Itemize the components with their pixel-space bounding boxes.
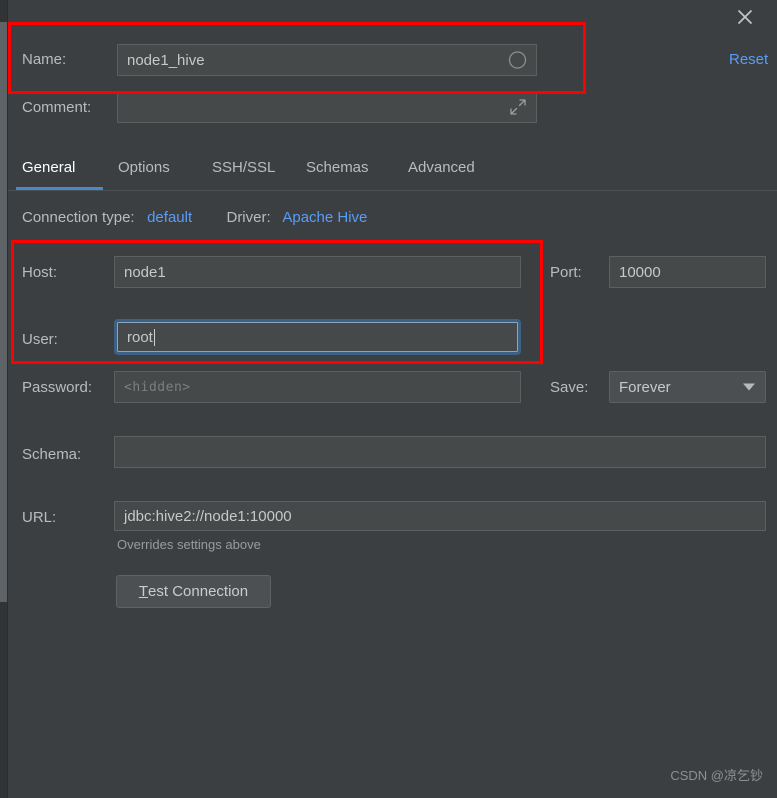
name-label: Name: [22,51,67,68]
driver-label: Driver: [226,209,271,226]
tab-general[interactable]: General [22,148,75,188]
test-connection-mnemonic: T [138,583,149,600]
connection-type-value[interactable]: default [147,209,192,226]
password-label: Password: [22,379,93,396]
schema-label: Schema: [22,446,82,463]
host-input-value: node1 [124,263,166,281]
url-label: URL: [22,509,57,526]
tab-options[interactable]: Options [118,148,170,188]
expand-diagonal-icon[interactable] [509,98,527,116]
chevron-down-icon [743,383,755,391]
connection-settings-dialog: Reset Name: node1_hive Comment: General … [0,0,777,798]
text-caret [153,328,155,346]
port-label: Port: [550,264,582,281]
tab-advanced[interactable]: Advanced [408,148,475,188]
host-input[interactable]: node1 [114,256,521,288]
user-input-value: root [127,328,153,346]
vertical-scrollbar-thumb[interactable] [0,22,7,602]
schema-input[interactable] [114,436,766,468]
save-label: Save: [550,379,589,396]
tab-bar: General Options SSH/SSL Schemas Advanced [8,148,777,190]
test-connection-button[interactable]: Test Connection [116,575,271,608]
test-connection-label: est Connection [148,583,249,600]
password-placeholder: <hidden> [124,379,191,395]
user-input[interactable]: root [114,319,521,355]
driver-value[interactable]: Apache Hive [282,209,367,226]
port-input[interactable]: 10000 [609,256,766,288]
host-label: Host: [22,264,58,281]
user-label: User: [22,331,58,348]
url-input[interactable]: jdbc:hive2://node1:10000 [114,501,766,531]
name-input-value: node1_hive [127,51,205,69]
connection-type-label: Connection type: [22,209,135,226]
tab-ssh-ssl[interactable]: SSH/SSL [212,148,275,188]
save-dropdown[interactable]: Forever [609,371,766,403]
connection-meta-row: Connection type: default Driver: Apache … [22,209,367,226]
close-icon [735,7,755,27]
watermark: CSDN @凉乞钞 [670,768,763,783]
tab-schemas[interactable]: Schemas [306,148,369,188]
reset-link[interactable]: Reset [729,51,768,68]
save-dropdown-value: Forever [619,378,671,396]
port-input-value: 10000 [619,263,661,281]
comment-input[interactable] [117,91,537,123]
password-input[interactable]: <hidden> [114,371,521,403]
close-button[interactable] [723,0,767,34]
url-hint: Overrides settings above [117,537,261,552]
comment-label: Comment: [22,99,92,116]
name-input[interactable]: node1_hive [117,44,537,76]
url-input-value: jdbc:hive2://node1:10000 [124,507,292,525]
gutter-divider [7,0,8,798]
circle-icon[interactable] [508,51,527,70]
tab-bar-divider [8,190,777,191]
